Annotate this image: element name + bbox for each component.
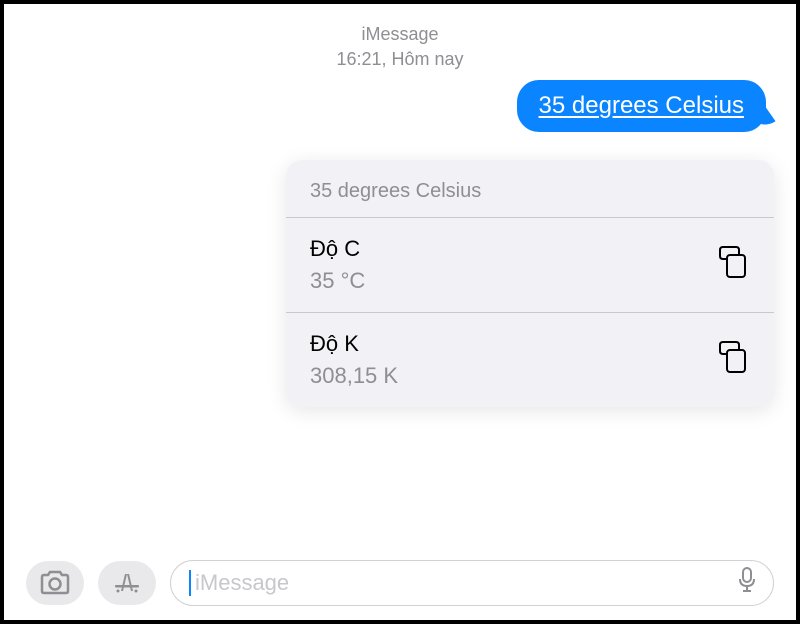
header-timestamp: 16:21, Hôm nay: [4, 47, 796, 72]
microphone-icon[interactable]: [737, 566, 757, 600]
input-placeholder: iMessage: [195, 570, 289, 596]
conversion-value: 308,15 K: [310, 363, 398, 389]
conversation-header: iMessage 16:21, Hôm nay: [4, 4, 796, 72]
message-text: 35 degrees Celsius: [539, 92, 744, 119]
popup-title: 35 degrees Celsius: [286, 160, 774, 218]
conversion-row-celsius[interactable]: Độ C 35 °C: [286, 218, 774, 313]
sent-message-bubble[interactable]: 35 degrees Celsius: [517, 80, 766, 132]
conversion-label: Độ K: [310, 331, 398, 357]
conversion-label: Độ C: [310, 236, 365, 262]
copy-icon[interactable]: [718, 340, 750, 381]
conversion-row-kelvin[interactable]: Độ K 308,15 K: [286, 313, 774, 407]
text-cursor: [189, 570, 191, 596]
message-area: 35 degrees Celsius 35 degrees Celsius Độ…: [4, 72, 796, 548]
unit-conversion-popup: 35 degrees Celsius Độ C 35 °C Độ K 308,1…: [286, 160, 774, 407]
message-input[interactable]: iMessage: [170, 560, 774, 606]
conversion-value: 35 °C: [310, 268, 365, 294]
copy-icon[interactable]: [718, 245, 750, 286]
header-title: iMessage: [4, 22, 796, 47]
bubble-tail: [750, 107, 775, 132]
app-store-button[interactable]: [98, 561, 156, 605]
camera-button[interactable]: [26, 561, 84, 605]
compose-bar: iMessage: [4, 560, 796, 606]
